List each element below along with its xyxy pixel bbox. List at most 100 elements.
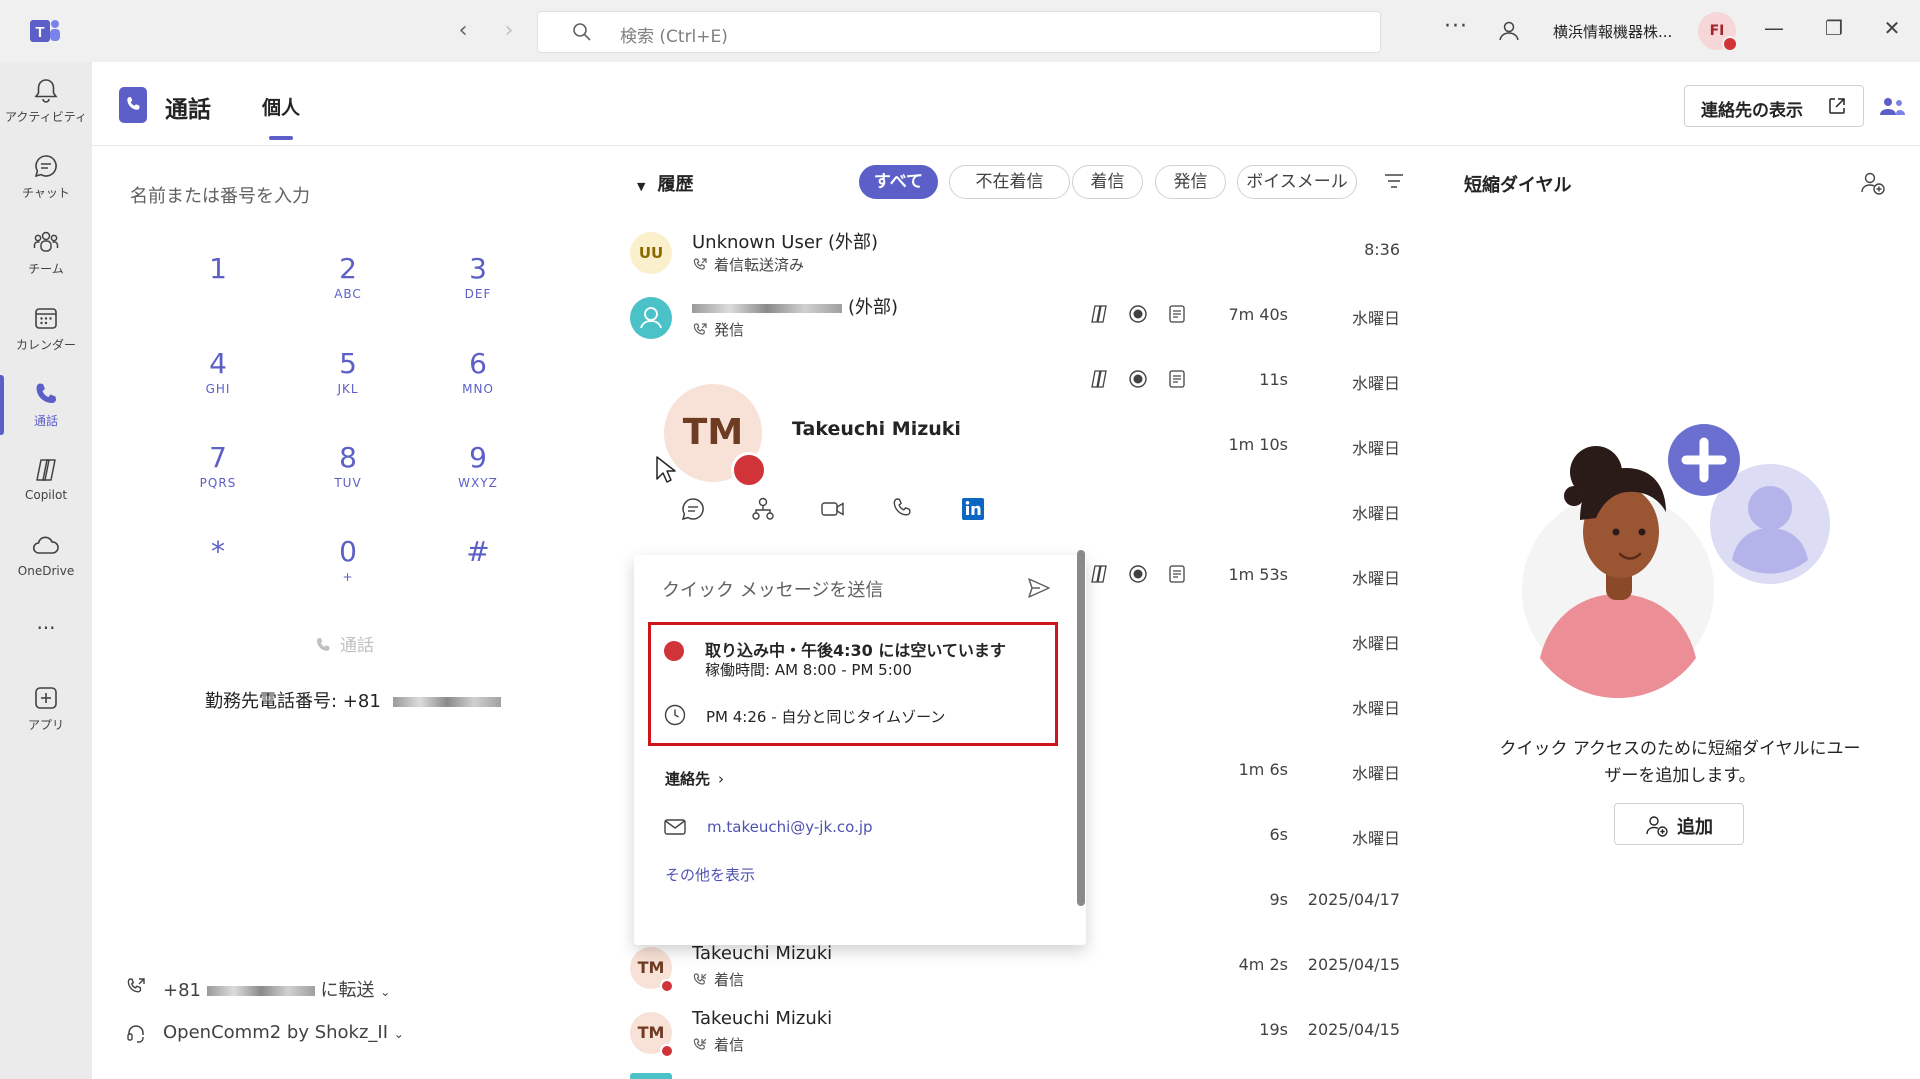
caller-name: Takeuchi Mizuki	[692, 943, 833, 964]
copilot-recap-icon[interactable]	[1088, 368, 1110, 390]
contact-card-scrollbar[interactable]	[1077, 550, 1085, 906]
rail-item-chat[interactable]: チャット	[0, 152, 92, 201]
audio-call-button[interactable]	[890, 496, 916, 526]
add-person-icon[interactable]	[1860, 170, 1886, 200]
transcript-icon[interactable]	[1166, 368, 1188, 390]
more-options-button[interactable]: ···	[1444, 14, 1468, 39]
tab-personal[interactable]: 個人	[262, 93, 300, 120]
rail-item-teams[interactable]: チーム	[0, 228, 92, 277]
dialpad-key-0[interactable]: 0 +	[288, 536, 408, 585]
copilot-person-icon[interactable]	[1497, 19, 1521, 47]
dialpad-input[interactable]: 名前または番号を入力	[130, 182, 310, 208]
key-digit: *	[211, 535, 225, 568]
rail-item-calls[interactable]: 通話	[0, 380, 92, 429]
svg-text:T: T	[35, 24, 44, 41]
forward-icon[interactable]: ›	[496, 18, 522, 44]
filter-voicemail[interactable]: ボイスメール	[1237, 165, 1357, 199]
filter-missed[interactable]: 不在着信	[949, 165, 1070, 199]
call-forwarded-icon	[693, 258, 707, 270]
video-call-button[interactable]	[820, 496, 846, 526]
forward-prefix: +81	[163, 980, 201, 1001]
close-icon[interactable]: ✕	[1877, 16, 1907, 40]
key-digit: 7	[209, 441, 227, 474]
copilot-recap-icon[interactable]	[1088, 563, 1110, 585]
linkedin-button[interactable]	[960, 496, 986, 526]
filter-outgoing[interactable]: 発信	[1155, 165, 1226, 199]
send-icon[interactable]	[1026, 575, 1052, 605]
rail-label: OneDrive	[17, 564, 75, 578]
recording-icon[interactable]	[1127, 303, 1149, 325]
call-outgoing-icon	[693, 323, 707, 335]
history-row[interactable]: (外部) 発信 7m 40s 水曜日	[620, 285, 1400, 349]
rail-label: チャット	[22, 186, 70, 200]
teams-logo-icon: T	[28, 14, 62, 48]
caller-name: Unknown User (外部)	[692, 232, 879, 253]
history-header[interactable]: ▼ 履歴	[637, 170, 693, 196]
rail-item-activity[interactable]: アクティビティ	[0, 76, 92, 125]
rail-item-apps[interactable]: アプリ	[0, 684, 92, 733]
dialpad-key-4[interactable]: 4 GHI	[158, 348, 278, 397]
dialpad-key-8[interactable]: 8 TUV	[288, 442, 408, 491]
search-icon	[573, 23, 591, 41]
contact-heading-label: 連絡先	[665, 770, 711, 788]
rail-item-copilot[interactable]: Copilot	[0, 456, 92, 502]
transcript-icon[interactable]	[1166, 303, 1188, 325]
avatar: UU	[630, 232, 672, 274]
caller-name: (外部)	[692, 293, 898, 319]
history-row[interactable]: UU Unknown User (外部) 着信転送済み 8:36	[620, 220, 1400, 284]
contact-email-link[interactable]: m.takeuchi@y-jk.co.jp	[707, 818, 873, 836]
open-external-icon	[1829, 98, 1845, 114]
rail-item-onedrive[interactable]: OneDrive	[0, 532, 92, 578]
history-row[interactable]: 水曜日	[620, 480, 1400, 544]
dialpad-key-9[interactable]: 9 WXYZ	[418, 442, 538, 491]
recording-icon[interactable]	[1127, 368, 1149, 390]
call-forward-setting[interactable]: +81 に転送 ⌄	[125, 976, 425, 1001]
filter-incoming[interactable]: 着信	[1072, 165, 1143, 199]
back-icon[interactable]: ‹	[450, 18, 476, 44]
search-input[interactable]: 検索 (Ctrl+E)	[537, 11, 1381, 53]
row-actions	[1088, 368, 1200, 394]
key-digit: 3	[469, 252, 487, 285]
contact-card-name[interactable]: Takeuchi Mizuki	[792, 418, 961, 440]
key-letters: DEF	[464, 287, 492, 301]
filter-icon[interactable]	[1383, 170, 1405, 196]
dialpad-key-6[interactable]: 6 MNO	[418, 348, 538, 397]
show-more-link[interactable]: その他を表示	[665, 864, 755, 885]
contact-section-heading[interactable]: 連絡先 ›	[665, 768, 724, 789]
rail-item-calendar[interactable]: カレンダー	[0, 304, 92, 353]
rail-label: アプリ	[27, 718, 64, 732]
linkedin-icon	[962, 498, 984, 520]
restore-icon[interactable]: ❐	[1819, 16, 1849, 40]
copilot-recap-icon[interactable]	[1088, 303, 1110, 325]
dialpad-key-star[interactable]: *	[158, 536, 278, 570]
recording-icon[interactable]	[1127, 563, 1149, 585]
dialpad-key-5[interactable]: 5 JKL	[288, 348, 408, 397]
transcript-icon[interactable]	[1166, 563, 1188, 585]
org-name[interactable]: 横浜情報機器株...	[1553, 21, 1672, 42]
org-chart-button[interactable]	[750, 496, 776, 526]
call-button[interactable]: 通話	[314, 631, 374, 656]
rail-more-button[interactable]: ···	[0, 616, 92, 640]
dialpad-key-7[interactable]: 7 PQRS	[158, 441, 278, 491]
quick-message-input[interactable]: クイック メッセージを送信	[662, 576, 883, 602]
forward-suffix: に転送	[320, 980, 375, 1001]
call-type-label: 着信転送済み	[714, 256, 805, 274]
dialpad-key-hash[interactable]: #	[418, 536, 538, 570]
dialpad-key-1[interactable]: 1	[158, 253, 278, 287]
history-row[interactable]: TM Takeuchi Mizuki 着信 19s 2025/04/15	[620, 1000, 1400, 1064]
add-speed-dial-button[interactable]: 追加	[1614, 803, 1744, 845]
people-icon[interactable]	[1880, 96, 1906, 122]
key-letters: PQRS	[199, 476, 237, 490]
minimize-icon[interactable]: —	[1759, 16, 1789, 40]
audio-device-setting[interactable]: OpenComm2 by Shokz_II ⌄	[125, 1022, 425, 1046]
key-letters: TUV	[334, 476, 362, 490]
show-contacts-button[interactable]: 連絡先の表示	[1684, 85, 1864, 127]
speed-dial-description: クイック アクセスのために短縮ダイヤルにユーザーを追加します。	[1499, 739, 1861, 786]
key-letters: JKL	[337, 382, 359, 396]
dialpad-key-3[interactable]: 3 DEF	[418, 252, 538, 302]
call-button-label: 通話	[340, 636, 374, 656]
filter-all[interactable]: すべて	[859, 165, 938, 199]
dialpad-key-2[interactable]: 2 ABC	[288, 253, 408, 302]
call-duration: 7m 40s	[1228, 305, 1288, 324]
chat-button[interactable]	[680, 496, 706, 526]
